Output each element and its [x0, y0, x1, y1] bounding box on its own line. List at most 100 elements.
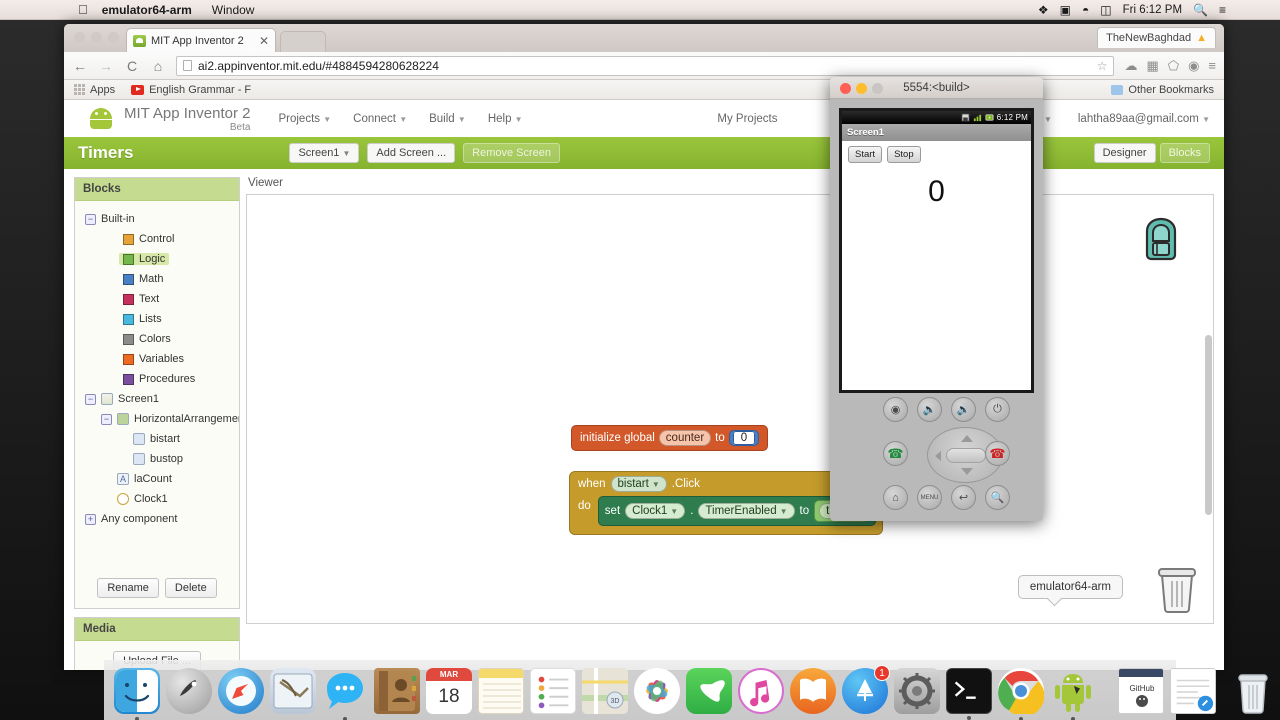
dock-item-finder[interactable]: [114, 667, 160, 720]
emulator-minimize-button[interactable]: [856, 83, 867, 94]
stop-button[interactable]: Stop: [887, 146, 921, 163]
dock-item-mail[interactable]: [270, 667, 316, 714]
dock-item-chrome[interactable]: [998, 667, 1044, 720]
dock-item-maps[interactable]: 3D: [582, 667, 628, 714]
apple-icon[interactable]: : [78, 3, 88, 16]
extension-3-icon[interactable]: ⬠: [1168, 58, 1179, 74]
home-icon[interactable]: ⌂: [883, 485, 908, 510]
dock-minimized-document-window[interactable]: [1170, 667, 1216, 714]
tree-any-component[interactable]: + Any component: [81, 509, 233, 529]
block-target-dropdown[interactable]: Clock1 ▼: [625, 503, 686, 519]
dock-item-itunes[interactable]: [738, 667, 784, 714]
power-icon[interactable]: ⏻: [985, 397, 1010, 422]
emulator-close-button[interactable]: [840, 83, 851, 94]
menu-window[interactable]: Window: [212, 3, 255, 17]
bookmark-english-grammar[interactable]: English Grammar - F: [131, 84, 251, 96]
reload-icon[interactable]: C: [124, 59, 140, 73]
sidebar-item-variables[interactable]: Variables: [81, 349, 233, 369]
dpad-center-button[interactable]: [946, 448, 986, 463]
backpack-icon[interactable]: [1135, 213, 1187, 265]
expand-toggle-icon[interactable]: +: [85, 513, 96, 525]
wifi-icon[interactable]: ◓: [1082, 4, 1089, 16]
end-call-icon[interactable]: ☎: [985, 441, 1010, 466]
sidebar-item-colors[interactable]: Colors: [81, 329, 233, 349]
tree-screen1[interactable]: − Screen1: [81, 389, 233, 409]
my-projects-link[interactable]: My Projects: [717, 113, 777, 125]
dock-item-photos[interactable]: [634, 667, 680, 714]
workspace-scrollbar[interactable]: [1205, 335, 1212, 515]
dock-item-android-emulator[interactable]: [1050, 668, 1096, 720]
menu-help[interactable]: Help ▼: [488, 113, 523, 125]
dock-item-ibooks[interactable]: [790, 667, 836, 714]
bookmark-star-icon[interactable]: ☆: [1097, 59, 1108, 73]
tab-designer[interactable]: Designer: [1093, 142, 1156, 164]
sidebar-item-math[interactable]: Math: [81, 269, 233, 289]
home-icon[interactable]: ⌂: [150, 59, 166, 73]
window-zoom-button[interactable]: [108, 32, 119, 43]
notification-center-icon[interactable]: ≡: [1219, 4, 1226, 16]
dpad-up-icon[interactable]: [961, 435, 973, 442]
dock-item-notes[interactable]: [478, 667, 524, 714]
extension-4-icon[interactable]: ◉: [1188, 58, 1199, 74]
extension-1-icon[interactable]: ☁: [1124, 58, 1137, 74]
dock-minimized-github-window[interactable]: GitHub: [1118, 667, 1164, 714]
dock-item-system-preferences[interactable]: [894, 667, 940, 714]
account-email[interactable]: lahtha89aa@gmail.com ▼: [1078, 113, 1210, 125]
screen-select-dropdown[interactable]: Screen1 ▼: [289, 142, 360, 164]
block-component-dropdown[interactable]: bistart ▼: [610, 476, 667, 492]
dropbox-icon[interactable]: ❖: [1038, 4, 1049, 16]
collapse-toggle-icon[interactable]: −: [101, 413, 112, 425]
dock-item-reminders[interactable]: [530, 667, 576, 714]
remove-screen-button[interactable]: Remove Screen: [463, 142, 561, 164]
search-icon[interactable]: 🔍: [985, 485, 1010, 510]
sidebar-item-horizontalarrangement1[interactable]: − HorizontalArrangement1: [81, 409, 239, 429]
window-minimize-button[interactable]: [91, 32, 102, 43]
dock-item-contacts[interactable]: [374, 667, 420, 714]
tab-blocks[interactable]: Blocks: [1159, 142, 1210, 164]
back-icon[interactable]: ←: [72, 59, 88, 73]
sidebar-item-bistart[interactable]: bistart: [81, 429, 233, 449]
dpad-left-icon[interactable]: [935, 451, 941, 461]
emulator-zoom-button[interactable]: [872, 83, 883, 94]
rename-button[interactable]: Rename: [97, 578, 159, 598]
android-emulator-window[interactable]: 5554:<build> 6:12 PM Screen1 Start Stop …: [830, 77, 1043, 521]
tree-builtin[interactable]: − Built-in: [81, 209, 233, 229]
sidebar-item-bustop[interactable]: bustop: [81, 449, 233, 469]
block-property-dropdown[interactable]: TimerEnabled ▼: [698, 503, 795, 519]
browser-profile-chip[interactable]: TheNewBaghdad ▲: [1097, 27, 1216, 48]
call-icon[interactable]: ☎: [883, 441, 908, 466]
chrome-menu-icon[interactable]: ≡: [1208, 58, 1216, 73]
trash-icon[interactable]: [1155, 563, 1199, 613]
address-bar[interactable]: ai2.appinventor.mit.edu/#488459428062822…: [176, 55, 1115, 76]
dock-item-launchpad[interactable]: [166, 667, 212, 714]
menu-connect[interactable]: Connect ▼: [353, 113, 407, 125]
start-button[interactable]: Start: [848, 146, 883, 163]
dock-item-trash[interactable]: [1230, 668, 1276, 714]
block-initialize-global-counter[interactable]: initialize global counter to 0: [571, 425, 769, 451]
menu-clock[interactable]: Fri 6:12 PM: [1123, 4, 1182, 16]
menu-app-name[interactable]: emulator64-arm: [102, 3, 192, 17]
sidebar-item-text[interactable]: Text: [81, 289, 233, 309]
bookmark-apps[interactable]: Apps: [74, 84, 115, 96]
number-field[interactable]: 0: [732, 431, 756, 445]
spotlight-search-icon[interactable]: 🔍: [1193, 4, 1208, 16]
emulator-screen[interactable]: 6:12 PM Screen1 Start Stop 0: [839, 108, 1034, 393]
browser-tab-active[interactable]: MIT App Inventor 2 ✕: [126, 28, 276, 52]
block-number-value[interactable]: 0: [728, 430, 760, 446]
block-variable-name[interactable]: counter: [658, 430, 712, 446]
dpad-down-icon[interactable]: [961, 468, 973, 475]
sidebar-item-clock1[interactable]: Clock1: [81, 489, 233, 509]
sidebar-item-lists[interactable]: Lists: [81, 309, 233, 329]
forward-icon[interactable]: →: [98, 59, 114, 73]
bookmark-other-bookmarks[interactable]: Other Bookmarks: [1111, 84, 1214, 96]
dock-item-calendar[interactable]: MAR 18: [426, 667, 472, 714]
sidebar-item-logic[interactable]: Logic: [81, 249, 233, 269]
dock-item-safari[interactable]: [218, 667, 264, 714]
menu-button[interactable]: MENU: [917, 485, 942, 510]
volume-up-icon[interactable]: 🔊: [951, 397, 976, 422]
battery-icon[interactable]: ◫: [1100, 4, 1111, 16]
camera-icon[interactable]: ▣: [1060, 4, 1071, 16]
blocks-workspace[interactable]: initialize global counter to 0 when bist…: [246, 194, 1214, 624]
collapse-toggle-icon[interactable]: −: [85, 213, 96, 225]
menu-build[interactable]: Build ▼: [429, 113, 466, 125]
